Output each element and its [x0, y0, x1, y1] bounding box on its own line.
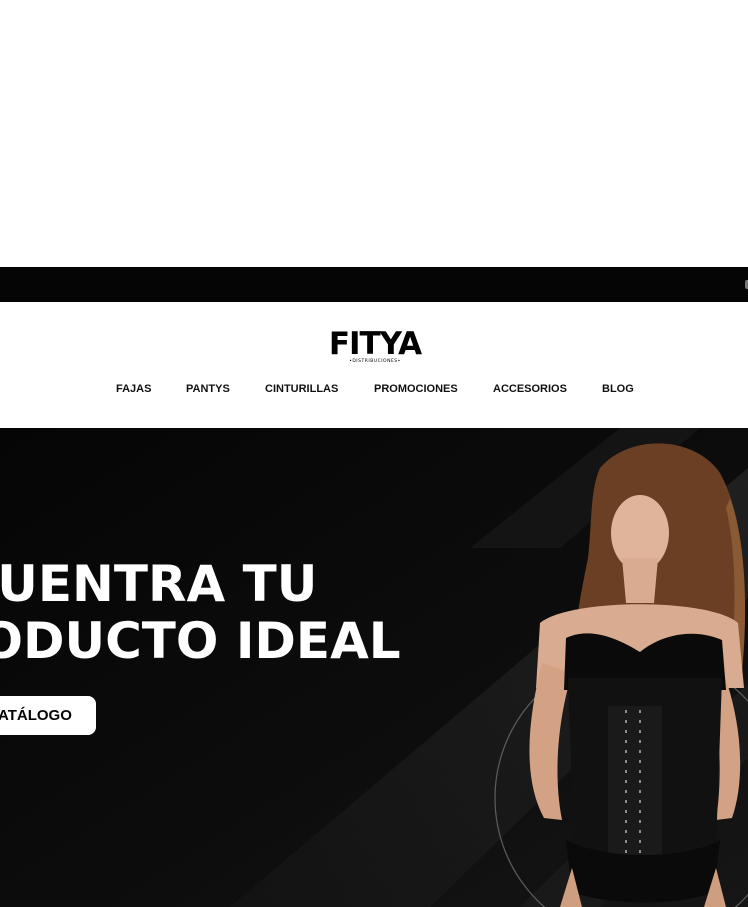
hero-banner: ICUENTRA TU RODUCTO IDEAL ATÁLOGO	[0, 428, 748, 907]
logo-wordmark: FITYA	[328, 326, 422, 362]
nav-item-blog[interactable]: BLOG	[602, 380, 634, 398]
fitya-logo[interactable]: FITYA •DISTRIBUCIONES•	[322, 329, 428, 367]
hero-heading-line-2: RODUCTO IDEAL	[0, 612, 401, 670]
model-photo	[529, 443, 746, 907]
page-blank-area	[0, 0, 748, 267]
main-navigation: FAJAS PANTYS CINTURILLAS PROMOCIONES ACC…	[0, 380, 748, 398]
nav-item-accesorios[interactable]: ACCESORIOS	[493, 380, 567, 398]
nav-item-promociones[interactable]: PROMOCIONES	[374, 380, 458, 398]
nav-item-fajas[interactable]: FAJAS	[116, 380, 151, 398]
nav-item-pantys[interactable]: PANTYS	[186, 380, 230, 398]
nav-item-cinturillas[interactable]: CINTURILLAS	[265, 380, 338, 398]
hero-heading-line-1: ICUENTRA TU	[0, 555, 318, 613]
hero-heading: ICUENTRA TU RODUCTO IDEAL	[0, 556, 502, 670]
announcement-bar	[0, 267, 748, 302]
catalog-button[interactable]: ATÁLOGO	[0, 696, 96, 735]
site-header: FITYA •DISTRIBUCIONES• FAJAS PANTYS CINT…	[0, 302, 748, 428]
logo-tagline: •DISTRIBUCIONES•	[349, 359, 401, 364]
